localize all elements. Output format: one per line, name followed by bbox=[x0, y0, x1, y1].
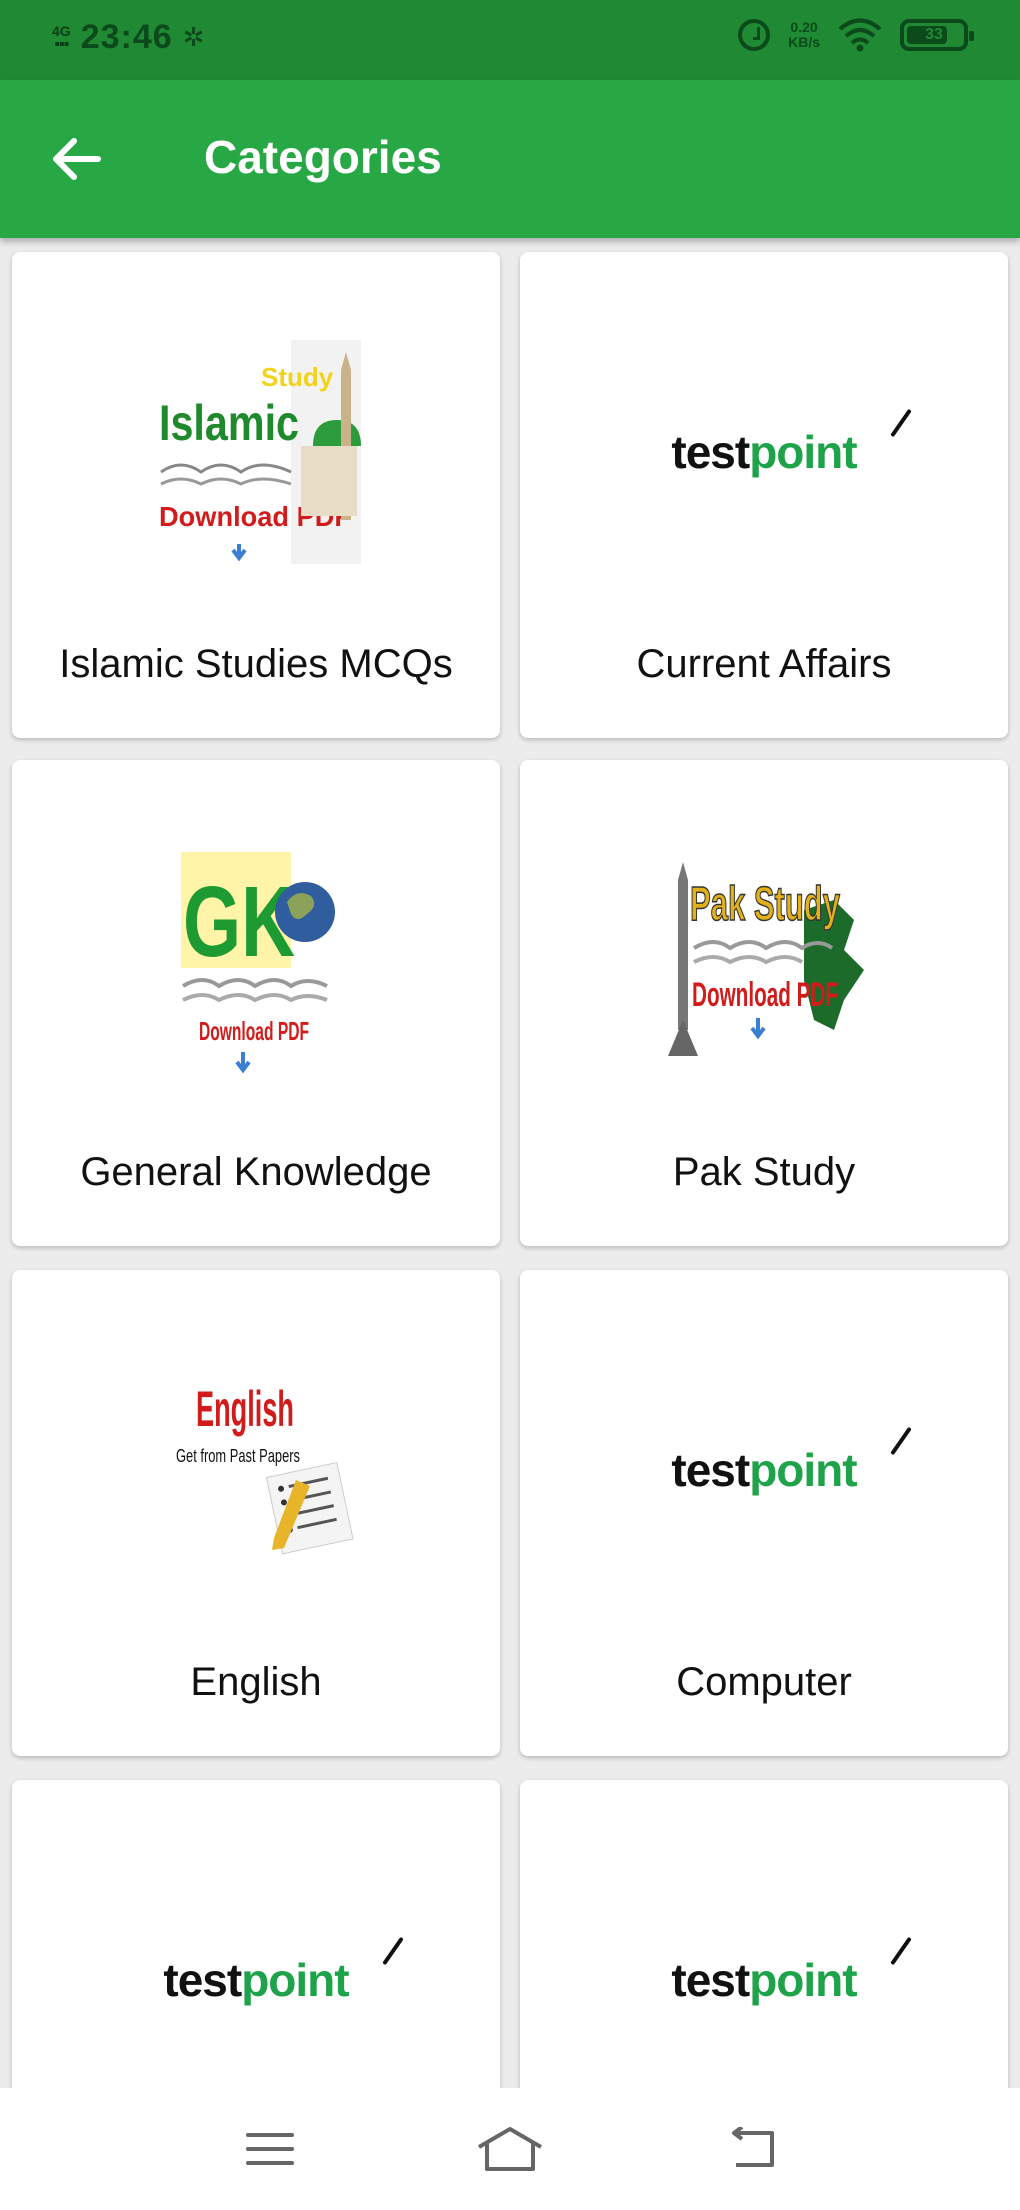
system-nav-bar bbox=[0, 2088, 1020, 2210]
status-bar: 4G ▪▪▪ 23:46 ✲ 0.20 KB/s 33 bbox=[0, 0, 1020, 80]
testpoint-logo: testpoint bbox=[163, 1936, 405, 2007]
home-icon bbox=[477, 2127, 543, 2171]
gk-thumb: GK Download PDF bbox=[177, 846, 335, 1074]
home-button[interactable] bbox=[470, 2114, 550, 2184]
alarm-icon bbox=[738, 19, 771, 51]
back-button[interactable] bbox=[42, 126, 112, 192]
category-image: Study Islamic Download PDF bbox=[12, 292, 500, 612]
svg-text:Study: Study bbox=[261, 362, 334, 392]
speed-value: 0.20 bbox=[790, 19, 818, 35]
category-image: testpoint bbox=[520, 292, 1008, 612]
category-card-current-affairs[interactable]: testpoint Current Affairs bbox=[520, 252, 1008, 738]
category-image: GK Download PDF bbox=[12, 800, 500, 1120]
svg-text:Download PDF: Download PDF bbox=[199, 1016, 309, 1046]
category-card-islamic-studies[interactable]: Study Islamic Download PDF Islamic Studi… bbox=[12, 252, 500, 738]
category-card-english[interactable]: English Get from Past Papers English bbox=[12, 1270, 500, 1756]
app-bar: Categories bbox=[0, 80, 1020, 238]
category-card-pak-study[interactable]: Pak Study Download PDF Pak Study bbox=[520, 760, 1008, 1246]
english-thumb: English Get from Past Papers bbox=[156, 1370, 356, 1570]
islamic-study-thumb: Study Islamic Download PDF bbox=[151, 340, 361, 564]
testpoint-logo: testpoint bbox=[671, 408, 913, 479]
svg-text:Get from Past Papers: Get from Past Papers bbox=[176, 1446, 300, 1466]
menu-icon bbox=[246, 2133, 294, 2165]
back-icon bbox=[732, 2127, 774, 2167]
battery-level: 33 bbox=[925, 26, 943, 43]
network-indicator: 4G ▪▪▪ bbox=[52, 24, 71, 53]
category-label: Pak Study bbox=[672, 1150, 856, 1194]
category-card-computer[interactable]: testpoint Computer bbox=[520, 1270, 1008, 1756]
category-image: English Get from Past Papers bbox=[12, 1310, 500, 1630]
testpoint-logo: testpoint bbox=[671, 1936, 913, 2007]
arrow-left-icon bbox=[53, 138, 101, 180]
category-card-general-knowledge[interactable]: GK Download PDF General Knowledge bbox=[12, 760, 500, 1246]
svg-text:Islamic: Islamic bbox=[159, 395, 299, 451]
category-label: English bbox=[190, 1660, 322, 1704]
speed-unit: KB/s bbox=[788, 34, 820, 50]
back-nav-button[interactable] bbox=[710, 2114, 790, 2184]
svg-text:Download PDF: Download PDF bbox=[692, 976, 838, 1014]
signal-icon: ▪▪▪ bbox=[54, 35, 69, 53]
svg-text:Pak Study: Pak Study bbox=[690, 878, 840, 931]
svg-text:English: English bbox=[196, 1381, 294, 1437]
category-image: testpoint bbox=[520, 1310, 1008, 1630]
testpoint-logo: testpoint bbox=[671, 1426, 913, 1497]
category-label: General Knowledge bbox=[80, 1150, 432, 1194]
screen: 4G ▪▪▪ 23:46 ✲ 0.20 KB/s 33 Categories S… bbox=[0, 0, 1020, 2210]
snowflake-icon: ✲ bbox=[182, 22, 205, 52]
category-label: Current Affairs bbox=[636, 642, 892, 686]
wifi-icon bbox=[838, 18, 882, 52]
page-title: Categories bbox=[204, 131, 442, 183]
clock: 23:46 bbox=[80, 18, 173, 56]
network-speed: 0.20 KB/s bbox=[788, 20, 820, 50]
category-label: Islamic Studies MCQs bbox=[59, 642, 453, 686]
battery-icon: 33 bbox=[900, 19, 974, 51]
category-label: Computer bbox=[676, 1660, 852, 1704]
category-image: Pak Study Download PDF bbox=[520, 800, 1008, 1120]
menu-button[interactable] bbox=[230, 2114, 310, 2184]
pak-study-thumb: Pak Study Download PDF bbox=[654, 850, 874, 1070]
